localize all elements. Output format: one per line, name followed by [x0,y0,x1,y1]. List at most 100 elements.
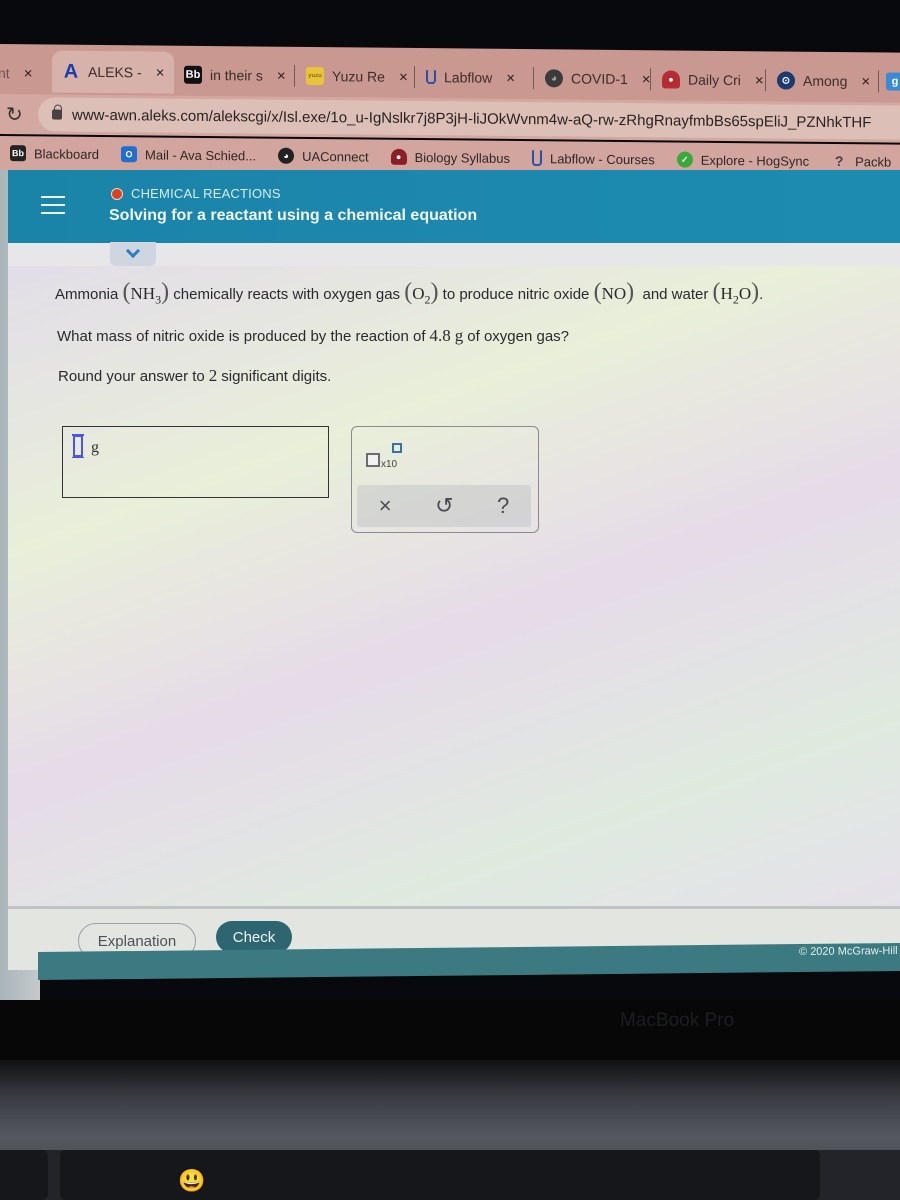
aleks-a-icon: A [63,60,79,83]
tab-label: Daily Cri [688,71,741,89]
tab-divider [414,65,415,88]
topic-label: CHEMICAL REACTIONS [111,186,281,201]
collapse-toggle[interactable] [110,242,156,266]
given-mass: 4.8 [429,326,451,345]
aleks-app: CHEMICAL REACTIONS Solving for a reactan… [8,170,900,980]
bookmark-label: Packb [855,153,892,170]
x10-label: x10 [381,459,398,470]
text: and water [642,286,709,303]
globe-icon: ◕ [278,147,295,164]
tab-overflow-icon[interactable]: g [886,72,900,91]
math-tool-panel: x10 × ↺ ? [351,426,539,533]
tab-partial[interactable]: nt × [0,56,32,90]
labflow-icon [531,150,542,167]
text: to produce nitric oxide [442,286,590,303]
chevron-down-icon [125,243,141,259]
tab-divider [533,67,534,90]
text: significant digits. [221,368,332,385]
tab-label: nt [0,64,10,82]
emoji-icon: 😃 [178,1168,206,1193]
tab-covid[interactable]: ◕ COVID-1 × [545,61,651,96]
bookmark-label: Biology Syllabus [414,149,510,166]
razorback-icon: ● [390,148,407,165]
clear-icon[interactable]: × [379,493,392,519]
steam-icon: ⊙ [777,71,795,90]
text: chemically reacts with oxygen gas [173,286,401,303]
close-icon[interactable]: × [861,73,870,90]
tab-label: in their s [210,67,263,84]
bookmark-mail[interactable]: O Mail - Ava Schied... [121,146,256,163]
touch-bar: 😃 [60,1150,820,1200]
check-button[interactable]: Check [216,921,292,953]
tab-yuzu[interactable]: yuzu Yuzu Re × [306,59,408,94]
tab-daily-crimson[interactable]: ● Daily Cri × [662,62,764,97]
rounding-instruction: Round your answer to 2 significant digit… [58,366,331,386]
bezel-top: MacBook Pro [0,1000,900,1060]
text: Ammonia [55,286,119,303]
given-unit: g [454,326,464,345]
formula-nh3: NH3 [130,284,162,307]
globe-icon: ◕ [545,69,563,88]
tab-label: Among [803,72,848,90]
text: Round your answer to [58,368,205,385]
bookmark-label: Blackboard [34,145,100,162]
bookmark-uaconnect[interactable]: ◕ UAConnect [278,147,369,165]
tab-label: Yuzu Re [332,68,385,85]
tab-among-us[interactable]: ⊙ Among × [777,63,870,98]
exponent-box-icon [392,443,402,453]
close-icon[interactable]: × [24,65,33,82]
menu-icon[interactable] [41,196,65,214]
formula-h2o: H2O [720,284,752,307]
tab-labflow[interactable]: Labflow × [426,60,515,95]
tab-label: COVID-1 [571,70,628,88]
bookmark-hogsync[interactable]: ✓ Explore - HogSync [676,151,810,169]
text: of oxygen gas? [467,328,570,345]
touch-bar-row: 😃 [0,1150,900,1200]
browser-window: nt × A ALEKS - × Bb in their s × yuzu Yu… [0,0,900,1000]
close-icon[interactable]: × [399,68,408,85]
tab-divider [294,64,295,87]
help-icon[interactable]: ? [497,493,509,519]
topic-name: CHEMICAL REACTIONS [131,186,281,201]
hogsync-icon: ✓ [676,151,693,168]
close-icon[interactable]: × [755,72,764,89]
tab-blackboard[interactable]: Bb in their s × [184,58,286,93]
answer-input[interactable]: g [62,426,329,498]
tab-label: ALEKS - [88,63,142,81]
bookmark-blackboard[interactable]: Bb Blackboard [10,145,99,162]
laptop-bezel: MacBook Pro 😃 [0,1000,900,1200]
tool-actions: × ↺ ? [357,485,531,527]
bookmark-label: Explore - HogSync [700,152,810,169]
text: What mass of nitric oxide is produced by… [57,328,426,345]
bookmark-label: Labflow - Courses [549,150,655,167]
progress-dot-icon [111,187,123,200]
labflow-icon [426,70,436,85]
problem-statement: Ammonia (NH3) chemically reacts with oxy… [55,279,764,307]
bookmark-packback[interactable]: ? Packb [831,153,891,170]
device-brand: MacBook Pro [620,1010,735,1031]
reload-icon[interactable]: ↻ [6,102,23,127]
close-icon[interactable]: × [277,67,286,84]
tab-divider [650,68,651,91]
address-bar-row: ↻ www-awn.aleks.com/alekscgi/x/Isl.exe/1… [0,94,900,143]
tab-divider [878,70,879,93]
tab-aleks[interactable]: A ALEKS - × [52,50,175,94]
close-icon[interactable]: × [506,69,515,86]
question-text: What mass of nitric oxide is produced by… [57,326,569,346]
url-text[interactable]: www-awn.aleks.com/alekscgi/x/Isl.exe/1o_… [72,106,871,131]
blackboard-bb-icon: Bb [184,65,202,84]
bookmark-label: Mail - Ava Schied... [145,146,257,163]
bookmark-labflow[interactable]: Labflow - Courses [531,150,655,167]
razorback-icon: ● [662,70,680,89]
yuzu-icon: yuzu [306,66,324,86]
mantissa-box-icon [366,453,380,467]
outlook-icon: O [121,146,138,163]
blackboard-bb-icon: Bb [10,145,26,162]
scientific-notation-button[interactable]: x10 [366,441,416,475]
topic-header: CHEMICAL REACTIONS Solving for a reactan… [8,170,900,243]
bookmark-biology-syllabus[interactable]: ● Biology Syllabus [390,148,510,166]
address-bar[interactable]: www-awn.aleks.com/alekscgi/x/Isl.exe/1o_… [38,97,900,140]
undo-icon[interactable]: ↺ [435,493,453,519]
close-icon[interactable]: × [156,64,165,81]
sig-fig-count: 2 [208,366,218,385]
